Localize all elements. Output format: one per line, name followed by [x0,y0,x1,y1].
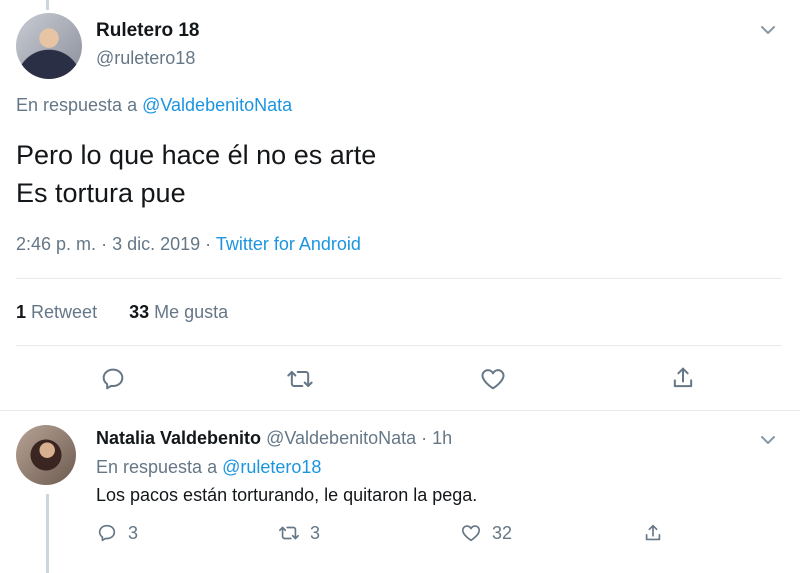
tweet-source[interactable]: Twitter for Android [216,234,361,254]
reply-count: 3 [128,522,139,543]
tweet-stats: 1 Retweet 33 Me gusta [16,302,228,323]
retweet-icon[interactable] [286,365,314,393]
reply-context: En respuesta a @ValdebenitoNata [16,95,292,116]
chevron-down-icon[interactable] [756,18,780,42]
reply-like-action[interactable]: 32 [460,522,512,544]
heart-icon[interactable] [460,522,482,544]
thread-line-top [46,0,49,10]
retweets-stat[interactable]: 1 Retweet [16,302,97,322]
retweets-label: Retweet [31,302,98,322]
reply-to-handle[interactable]: @ValdebenitoNata [142,95,292,115]
meta-separator: · [101,234,108,254]
retweets-count: 1 [16,302,27,322]
reply-reply-action[interactable]: 3 [96,522,138,544]
tweet-text-line2: Es tortura pue [16,178,186,208]
share-icon[interactable] [642,522,664,544]
reply-text: Los pacos están torturando, le quitaron … [96,485,478,505]
header-separator: · [421,428,428,448]
likes-count: 33 [129,302,150,322]
reply-prefix: En respuesta a [16,95,138,115]
reply-retweet-action[interactable]: 3 [278,522,320,544]
avatar-natalia[interactable] [16,425,76,485]
tweet-separator [0,410,800,411]
thread-line-bottom [46,494,49,573]
share-icon[interactable] [669,364,697,392]
reply-author-name[interactable]: Natalia Valdebenito [96,428,261,448]
retweet-icon[interactable] [278,522,300,544]
tweet-time[interactable]: 2:46 p. m. [16,234,96,254]
likes-stat[interactable]: 33 Me gusta [129,302,228,322]
tweet-meta: 2:46 p. m. · 3 dic. 2019 · Twitter for A… [16,234,361,255]
avatar-ruletero[interactable] [16,13,82,79]
reply-author-handle[interactable]: @ValdebenitoNata [266,428,416,448]
reply-icon[interactable] [96,522,118,544]
divider [16,278,782,279]
tweet-date[interactable]: 3 dic. 2019 [112,234,200,254]
reply-context: En respuesta a @ruletero18 [96,457,321,478]
reply-prefix: En respuesta a [96,457,218,477]
heart-icon[interactable] [479,365,507,393]
chevron-down-icon[interactable] [756,428,780,452]
reply-header: Natalia Valdebenito @ValdebenitoNata · 1… [96,428,452,449]
reply-icon[interactable] [99,365,127,393]
tweet-text: Pero lo que hace él no es arte Es tortur… [16,136,376,212]
retweet-count: 3 [310,522,321,543]
like-count: 32 [492,522,513,543]
reply-to-handle[interactable]: @ruletero18 [222,457,321,477]
meta-separator: · [205,234,212,254]
divider [16,345,782,346]
tweet-text-line1: Pero lo que hace él no es arte [16,140,377,170]
likes-label: Me gusta [154,302,229,322]
author-name[interactable]: Ruletero 18 [96,20,199,42]
reply-age[interactable]: 1h [432,428,452,448]
author-handle[interactable]: @ruletero18 [96,48,195,69]
